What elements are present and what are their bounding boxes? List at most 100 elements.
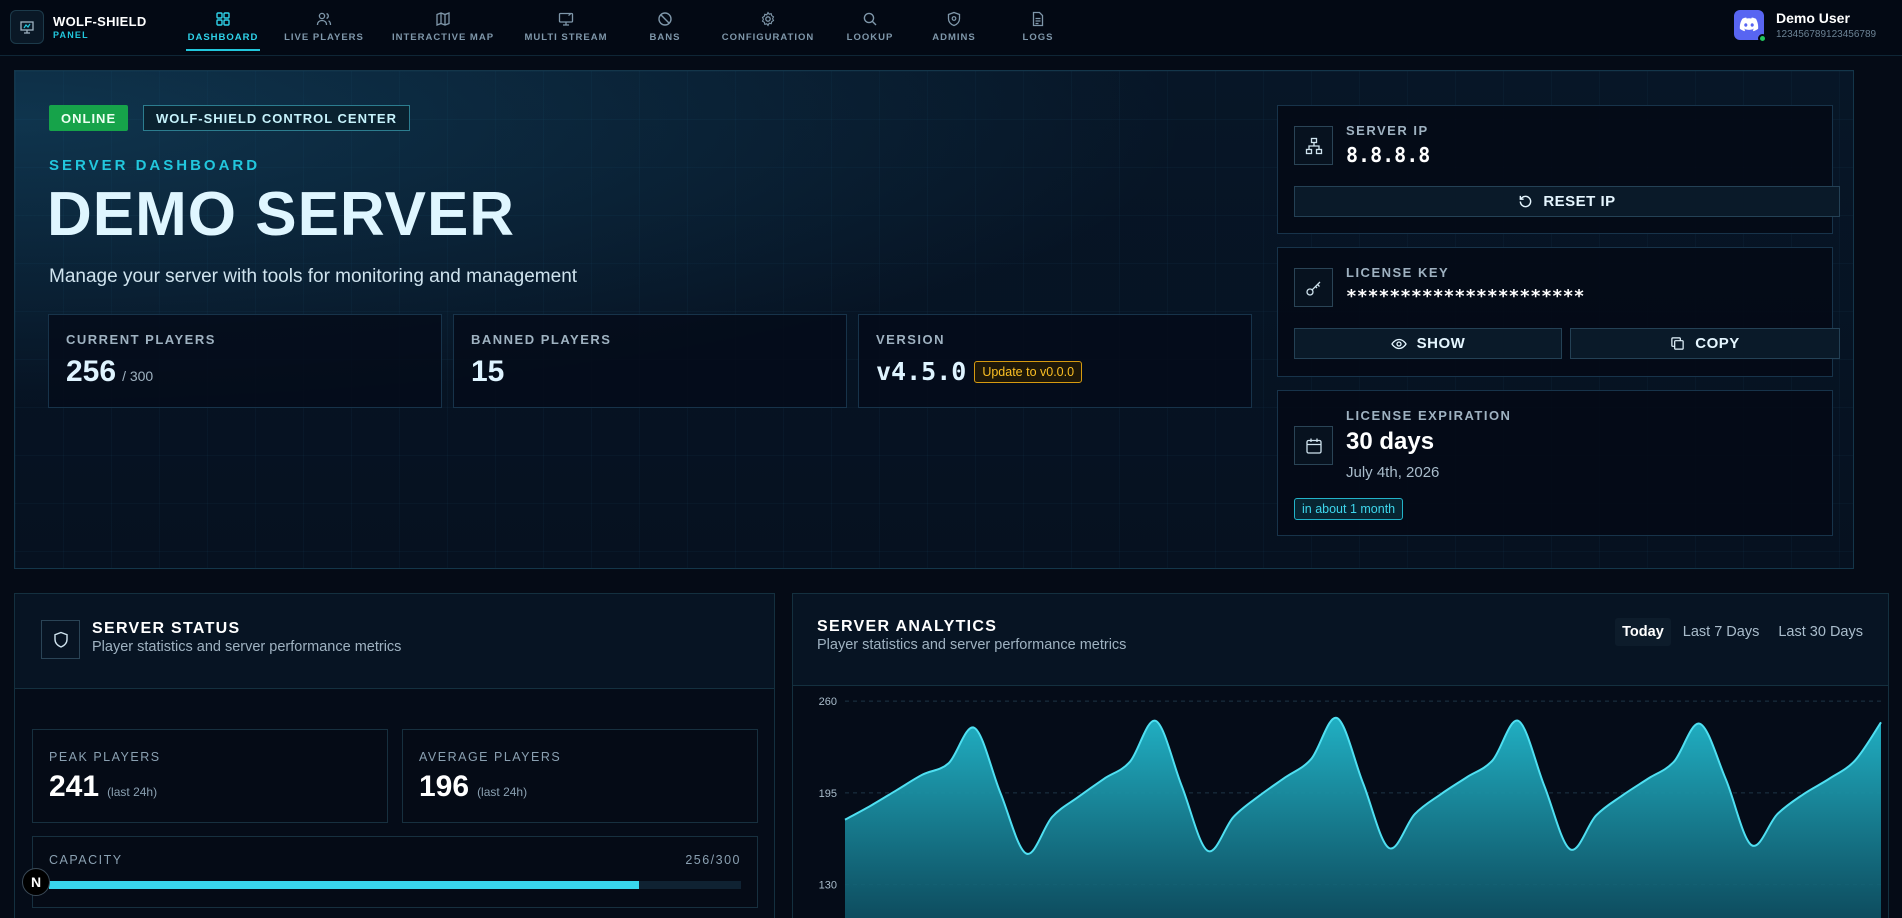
server-ip-panel: SERVER IP 8.8.8.8 RESET IP (1277, 105, 1840, 234)
range-tab-7-days[interactable]: Last 7 Days (1676, 618, 1767, 646)
server-analytics-subtitle: Player statistics and server performance… (817, 637, 1127, 653)
avatar (1734, 10, 1767, 43)
banned-players-card: BANNED PLAYERS 15 (453, 314, 847, 408)
nav-label: INTERACTIVE MAP (391, 32, 495, 43)
nav-label: ADMINS (932, 32, 976, 43)
license-key-panel: LICENSE KEY ********************** SHOW … (1277, 247, 1840, 377)
user-menu[interactable]: Demo User 1234567891234567​89 (1734, 9, 1877, 43)
map-icon (436, 12, 450, 26)
show-label: SHOW (1416, 335, 1466, 352)
players-area (845, 718, 1881, 918)
range-tab-30-days[interactable]: Last 30 Days (1771, 618, 1870, 646)
license-key-value: ********************** (1346, 286, 1585, 307)
server-status-subtitle: Player statistics and server performance… (92, 639, 402, 655)
discord-icon (1739, 17, 1759, 32)
nav-dashboard[interactable]: DASHBOARD (186, 0, 260, 52)
gear-icon (761, 11, 775, 27)
shield-gear-icon (947, 11, 961, 27)
copy-label: COPY (1695, 335, 1740, 352)
capacity-label: CAPACITY (49, 853, 123, 867)
network-icon (1294, 126, 1333, 165)
document-icon (1032, 11, 1044, 27)
page-title: DEMO SERVER (47, 180, 516, 249)
page-eyebrow: SERVER DASHBOARD (49, 157, 261, 174)
brand[interactable]: WOLF-SHIELD PANEL (10, 10, 147, 44)
version-value: v4.5.0 (876, 357, 967, 386)
update-badge[interactable]: Update to v0.0.0 (974, 361, 1083, 383)
status-badge: ONLINE (49, 105, 129, 131)
nav-multi-stream[interactable]: MULTI STREAM (522, 0, 610, 52)
peak-players-note: (last 24h) (107, 785, 158, 799)
nav-label: BANS (649, 32, 681, 43)
capacity-count: 256/300 (685, 853, 741, 867)
eye-icon (1390, 338, 1407, 349)
reset-ip-label: RESET IP (1543, 193, 1616, 210)
server-status-title: SERVER STATUS (92, 620, 241, 637)
nav-bans[interactable]: BANS (644, 0, 686, 52)
nav-label: CONFIGURATION (721, 32, 815, 43)
copy-icon (1671, 337, 1684, 350)
server-analytics-panel: SERVER ANALYTICS Player statistics and s… (792, 593, 1889, 918)
expiration-date: July 4th, 2026 (1346, 464, 1440, 481)
server-status-panel: SERVER STATUS Player statistics and serv… (14, 593, 775, 918)
online-indicator (1758, 34, 1767, 43)
nav-lookup[interactable]: LOOKUP (846, 0, 894, 52)
nav-label: LIVE PLAYERS (284, 32, 364, 43)
wolf-logo-icon (10, 10, 44, 44)
average-players-label: AVERAGE PLAYERS (419, 750, 562, 764)
license-expiration-panel: LICENSE EXPIRATION 30 days July 4th, 202… (1277, 390, 1833, 536)
nav-logs[interactable]: LOGS (1022, 0, 1054, 52)
brand-subtitle: PANEL (53, 29, 89, 40)
banned-players-value: 15 (471, 355, 505, 388)
nav-label: DASHBOARD (187, 32, 259, 43)
y-tick-label: 195 (819, 788, 837, 800)
brand-title: WOLF-SHIELD (53, 13, 147, 29)
range-tab-today[interactable]: Today (1615, 618, 1671, 646)
shield-icon (41, 620, 80, 659)
copy-license-button[interactable]: COPY (1570, 328, 1840, 359)
user-name: Demo User (1776, 9, 1850, 26)
reset-ip-button[interactable]: RESET IP (1294, 186, 1840, 217)
search-icon (863, 12, 877, 26)
server-status-header: SERVER STATUS Player statistics and serv… (15, 594, 774, 689)
peak-players-value: 241 (49, 770, 100, 803)
show-license-button[interactable]: SHOW (1294, 328, 1562, 359)
top-navigation: WOLF-SHIELD PANEL DASHBOARD LIVE PLAYERS… (0, 0, 1902, 56)
user-id: 1234567891234567​89 (1776, 28, 1877, 40)
ban-icon (658, 12, 672, 26)
average-players-value: 196 (419, 770, 470, 803)
nav-interactive-map[interactable]: INTERACTIVE MAP (390, 0, 496, 52)
nav-label: LOOKUP (846, 32, 894, 43)
server-ip-label: SERVER IP (1346, 123, 1429, 138)
nav-admins[interactable]: ADMINS (930, 0, 978, 52)
capacity-card: CAPACITY 256/300 (32, 836, 758, 908)
nav-configuration[interactable]: CONFIGURATION (720, 0, 816, 52)
nav-label: MULTI STREAM (524, 32, 608, 43)
expiration-label: LICENSE EXPIRATION (1346, 408, 1512, 423)
license-key-label: LICENSE KEY (1346, 265, 1450, 280)
analytics-chart: 260 195 130 (819, 696, 1882, 918)
key-icon (1294, 268, 1333, 307)
calendar-icon (1294, 426, 1333, 465)
server-analytics-header: SERVER ANALYTICS Player statistics and s… (793, 594, 1888, 686)
average-players-note: (last 24h) (477, 785, 528, 799)
users-icon (316, 12, 332, 26)
nav-live-players[interactable]: LIVE PLAYERS (284, 0, 364, 52)
nav-label: LOGS (1022, 32, 1054, 43)
server-hero: ONLINE WOLF-SHIELD CONTROL CENTER SERVER… (14, 70, 1854, 569)
nextjs-dev-badge[interactable]: N (22, 868, 50, 896)
control-center-badge: WOLF-SHIELD CONTROL CENTER (143, 105, 410, 131)
capacity-bar (49, 881, 741, 889)
y-tick-label: 260 (819, 696, 837, 708)
peak-players-card: PEAK PLAYERS 241 (last 24h) (32, 729, 388, 823)
stat-label: BANNED PLAYERS (471, 332, 612, 347)
server-analytics-title: SERVER ANALYTICS (817, 618, 998, 635)
current-players-value: 256 (66, 355, 117, 388)
stat-label: VERSION (876, 332, 946, 347)
peak-players-label: PEAK PLAYERS (49, 750, 161, 764)
average-players-card: AVERAGE PLAYERS 196 (last 24h) (402, 729, 758, 823)
max-players-value: / 300 (122, 368, 154, 384)
expiration-relative-badge: in about 1 month (1294, 498, 1404, 520)
refresh-icon (1519, 195, 1532, 208)
stat-label: CURRENT PLAYERS (66, 332, 216, 347)
